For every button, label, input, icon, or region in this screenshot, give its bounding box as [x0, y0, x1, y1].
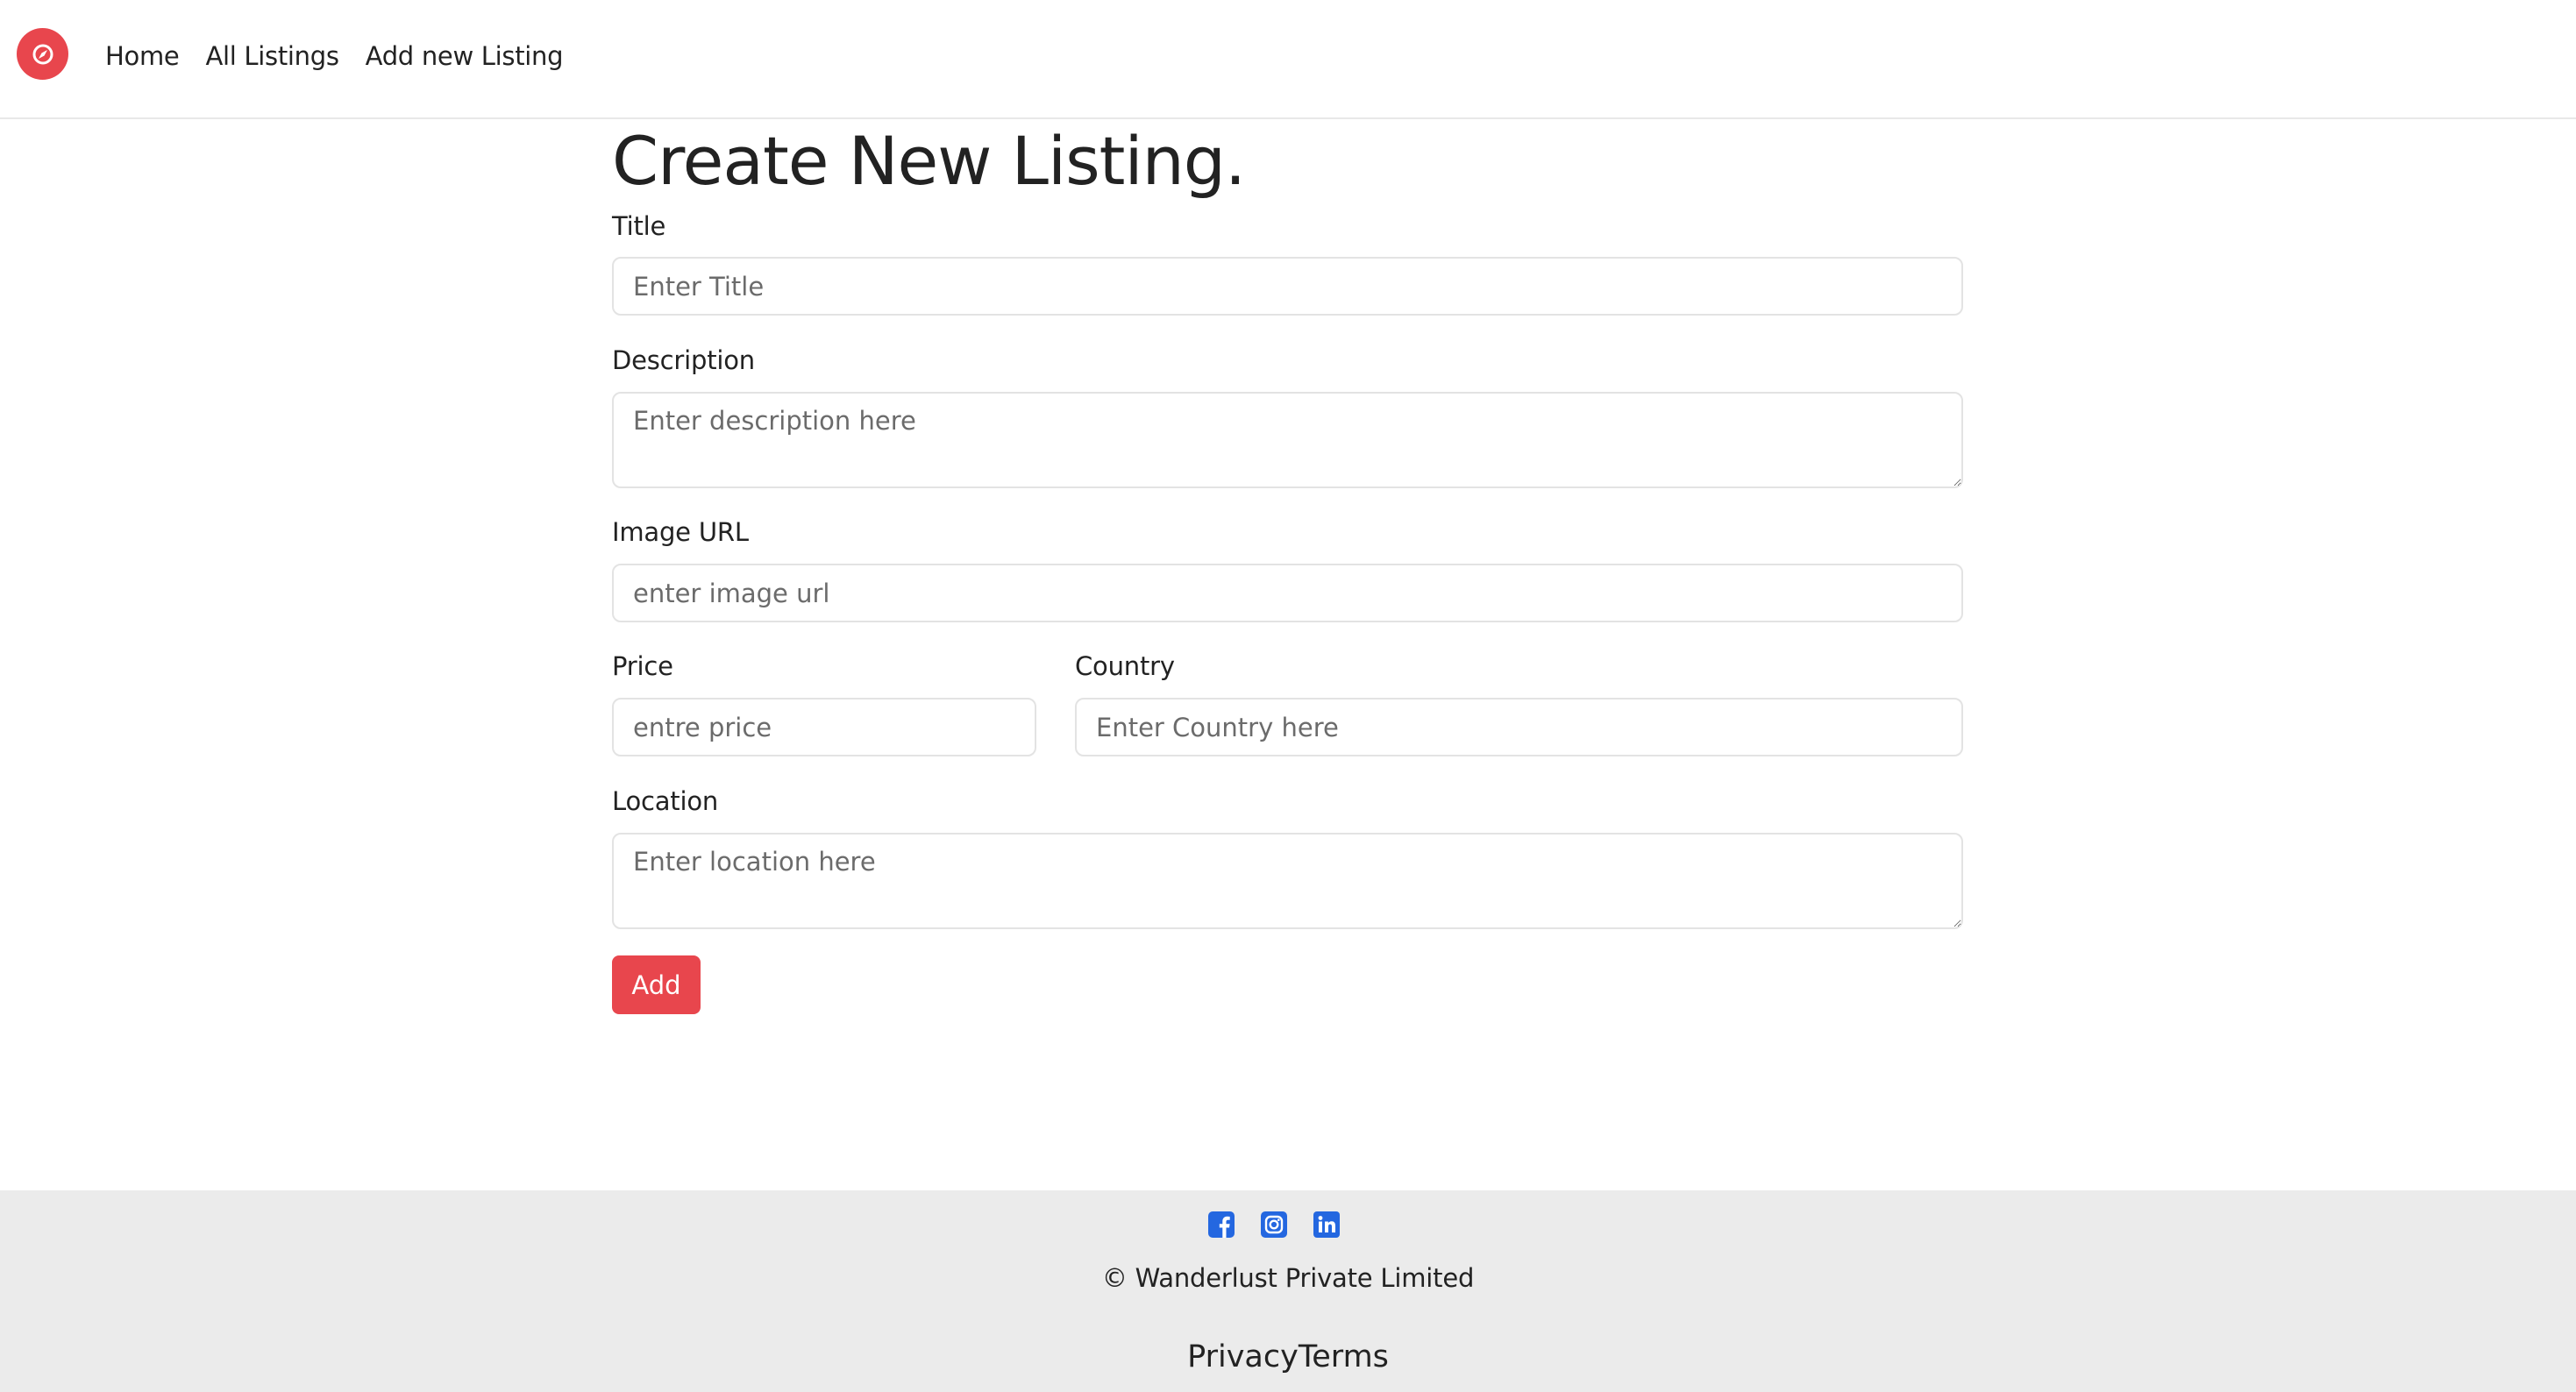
- copyright-text: © Wanderlust Private Limited: [1101, 1263, 1475, 1293]
- description-textarea[interactable]: [612, 392, 1963, 488]
- nav-links: Home All Listings Add new Listing: [105, 35, 564, 77]
- add-button[interactable]: Add: [612, 955, 701, 1014]
- footer: © Wanderlust Private Limited PrivacyTerm…: [0, 1190, 2576, 1392]
- compass-icon[interactable]: [17, 28, 68, 80]
- linkedin-icon[interactable]: [1313, 1211, 1340, 1238]
- country-input[interactable]: [1075, 698, 1963, 756]
- location-textarea[interactable]: [612, 833, 1963, 929]
- description-label: Description: [612, 345, 755, 375]
- image-url-input[interactable]: [612, 564, 1963, 622]
- social-links: [1208, 1211, 1340, 1238]
- nav-link-home[interactable]: Home: [105, 35, 180, 77]
- title-label: Title: [612, 211, 666, 241]
- compass-glyph: [32, 44, 53, 64]
- page-title: Create New Listing.: [612, 122, 1246, 200]
- facebook-icon[interactable]: [1208, 1211, 1235, 1238]
- price-label: Price: [612, 651, 673, 681]
- title-input[interactable]: [612, 257, 1963, 316]
- terms-link[interactable]: Terms: [1299, 1339, 1389, 1374]
- instagram-icon[interactable]: [1261, 1211, 1287, 1238]
- nav-link-add-new-listing[interactable]: Add new Listing: [366, 35, 564, 77]
- price-input[interactable]: [612, 698, 1036, 756]
- image-url-label: Image URL: [612, 517, 749, 547]
- footer-links: PrivacyTerms: [0, 1336, 2576, 1378]
- nav-link-all-listings[interactable]: All Listings: [205, 35, 339, 77]
- location-label: Location: [612, 786, 719, 816]
- navbar: Home All Listings Add new Listing: [0, 0, 2576, 119]
- country-label: Country: [1075, 651, 1175, 681]
- privacy-link[interactable]: Privacy: [1187, 1339, 1299, 1374]
